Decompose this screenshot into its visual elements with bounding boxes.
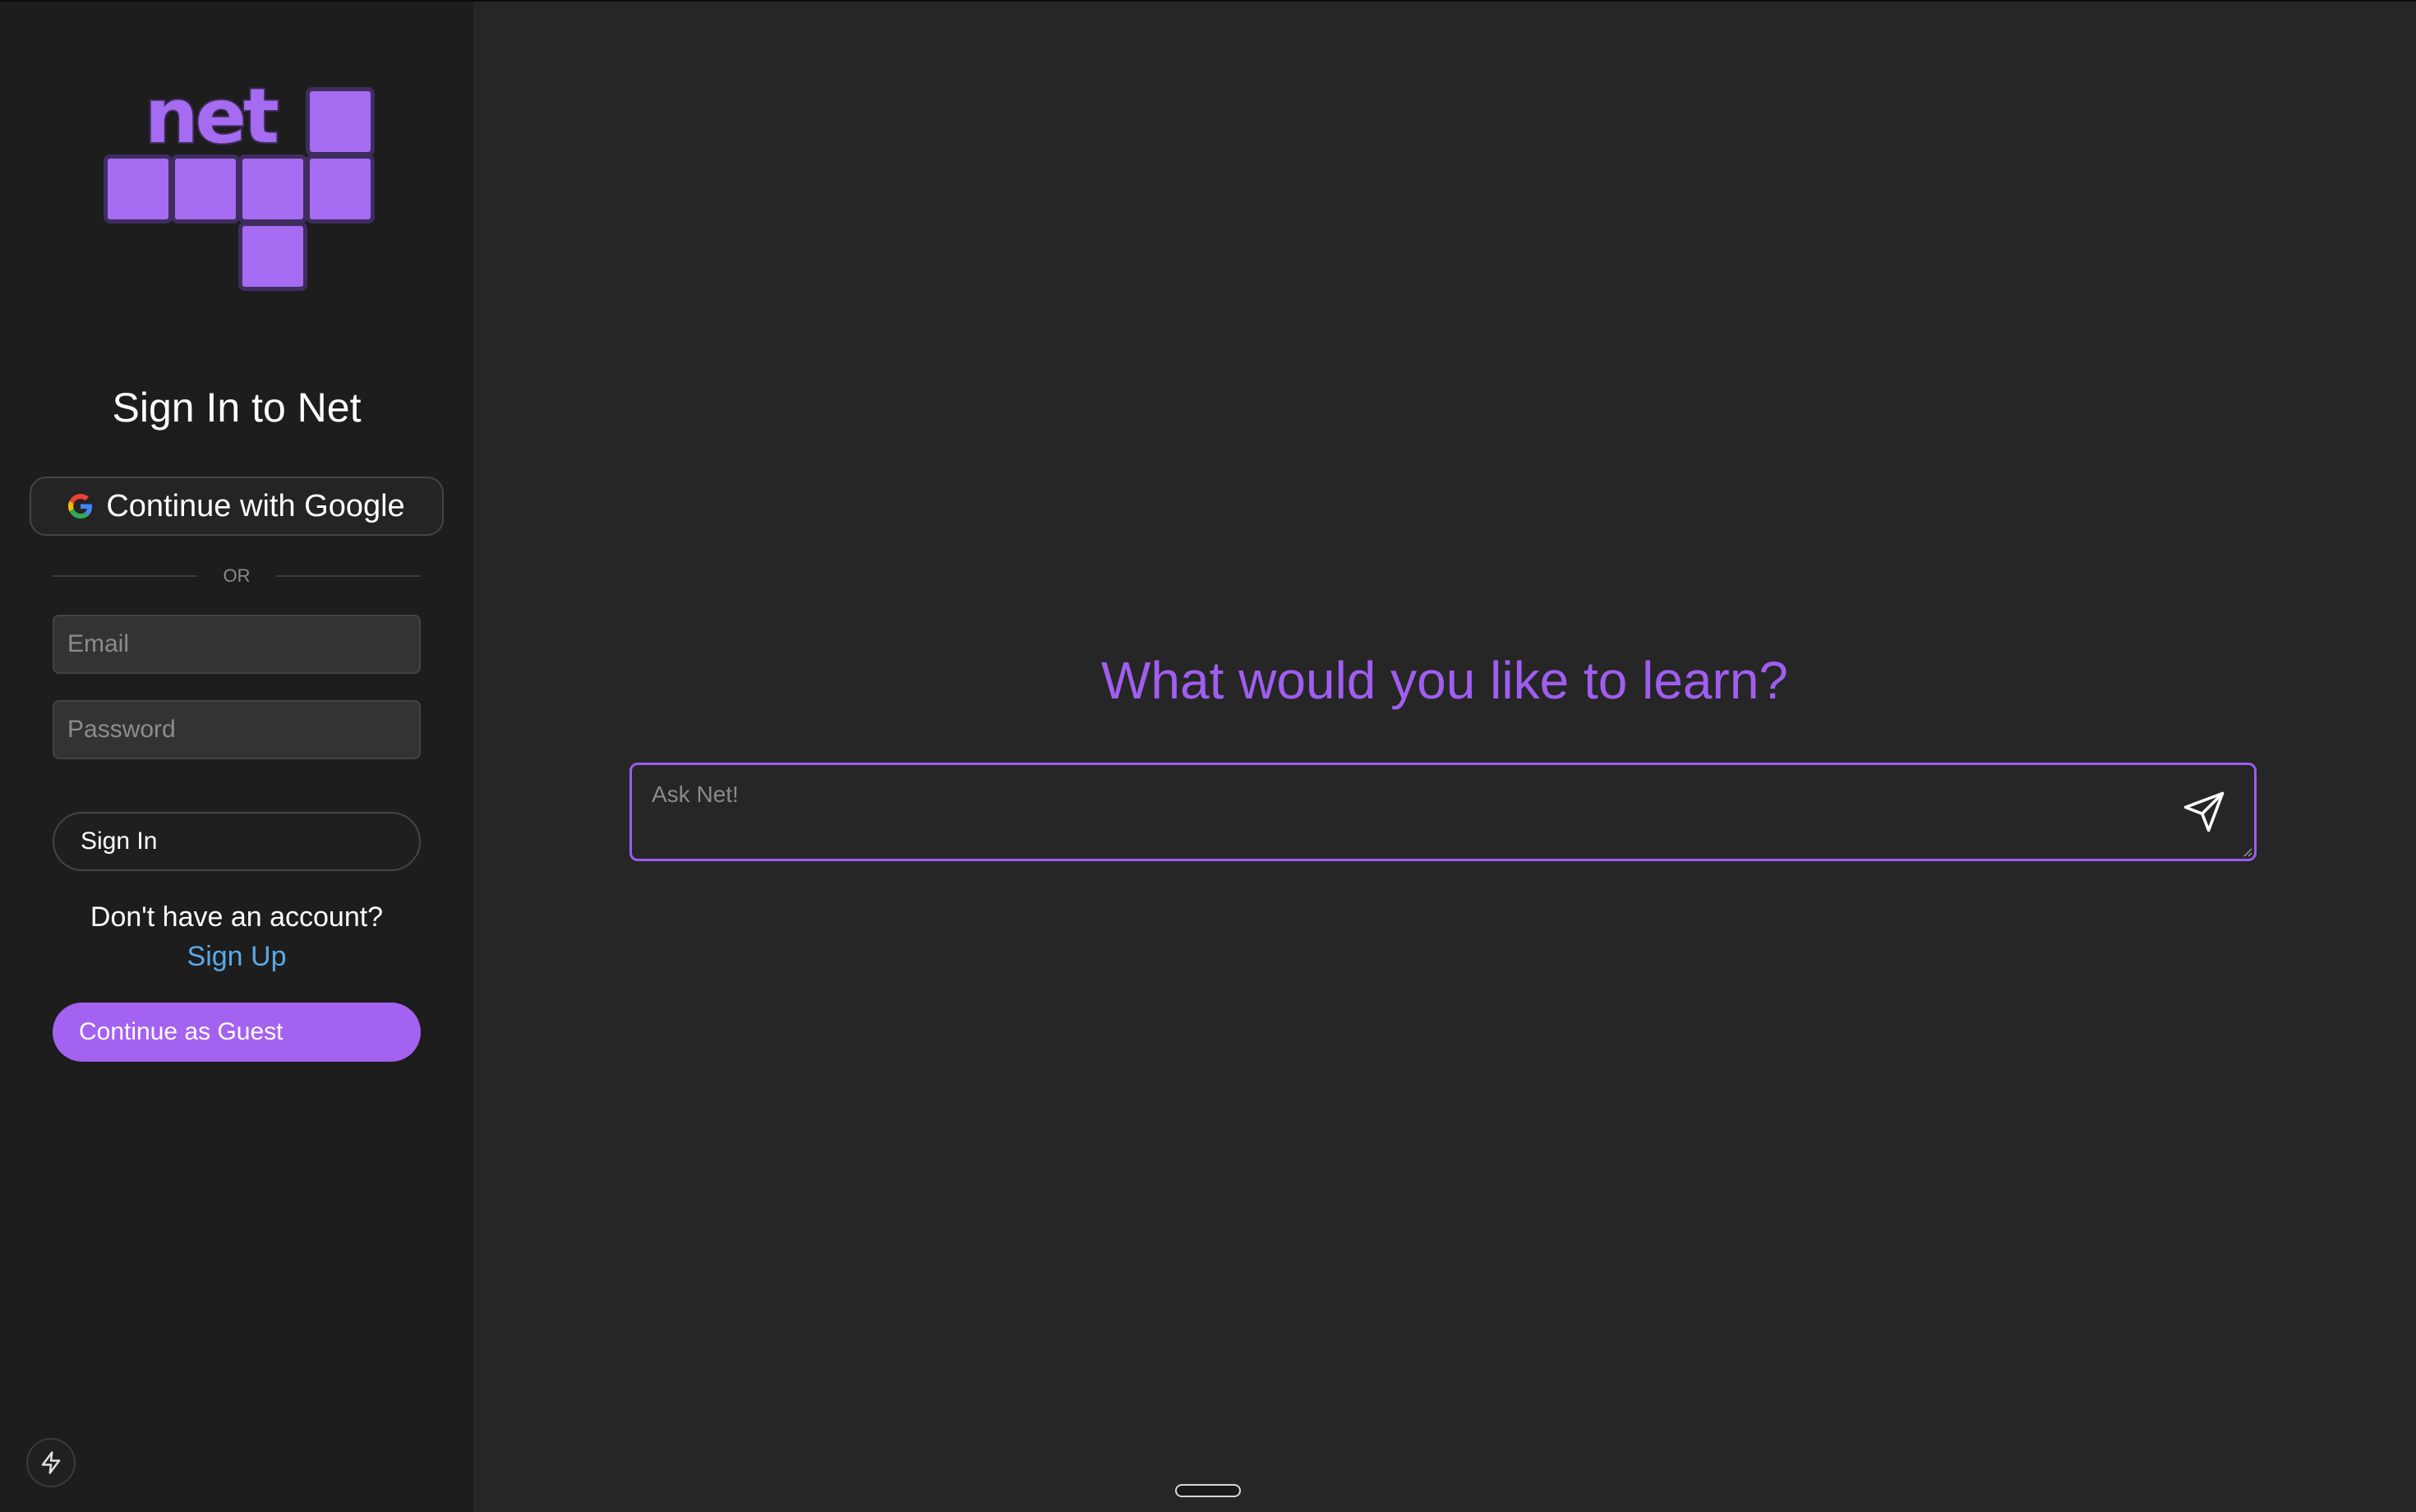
signin-title: Sign In to Net	[112, 385, 362, 431]
ask-input[interactable]	[632, 765, 2177, 859]
resize-grip-icon[interactable]	[2241, 846, 2252, 857]
logo-tile	[238, 222, 307, 291]
or-divider: OR	[53, 564, 421, 588]
email-field[interactable]	[53, 615, 421, 674]
logo-tile	[238, 154, 307, 224]
password-field[interactable]	[53, 700, 421, 759]
home-indicator[interactable]	[1175, 1484, 1241, 1497]
logo-tile	[171, 154, 240, 224]
continue-with-google-button[interactable]: Continue with Google	[30, 477, 444, 536]
lightning-bolt-button[interactable]	[26, 1438, 76, 1487]
divider-line	[276, 575, 421, 577]
ask-box	[629, 763, 2257, 861]
sign-in-button[interactable]: Sign In	[53, 812, 421, 871]
logo-tile	[306, 87, 375, 156]
logo-tile	[306, 154, 375, 224]
logo-text: net	[143, 72, 281, 160]
main-panel: What would you like to learn?	[473, 2, 2416, 1512]
google-button-label: Continue with Google	[106, 488, 405, 523]
google-icon	[68, 494, 93, 519]
sign-up-link[interactable]: Sign Up	[0, 937, 473, 976]
send-icon[interactable]	[2182, 790, 2226, 834]
sidebar: net Sign In to Net Continue with Google …	[0, 2, 473, 1512]
lightning-bolt-icon	[41, 1451, 61, 1474]
no-account-text: Don't have an account?	[90, 901, 384, 933]
main-heading: What would you like to learn?	[1101, 651, 1788, 710]
net-logo: net	[100, 77, 380, 297]
logo-tile	[104, 154, 173, 224]
continue-as-guest-button[interactable]: Continue as Guest	[53, 1003, 421, 1062]
